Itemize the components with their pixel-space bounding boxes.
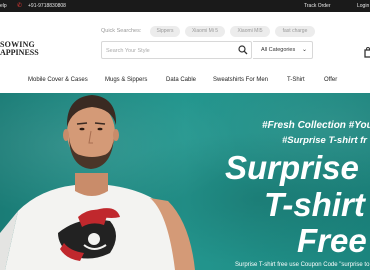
help-link[interactable]: elp	[0, 3, 7, 9]
search-box	[101, 41, 252, 59]
login-link[interactable]: Login	[357, 3, 369, 9]
chevron-down-icon: ⌄	[302, 47, 308, 53]
quick-search-chip[interactable]: Xiaomi MI5	[230, 26, 270, 37]
search-icon[interactable]	[238, 45, 248, 55]
track-order-link[interactable]: Track Order	[304, 3, 330, 9]
category-select[interactable]: All Categories ⌄	[253, 41, 313, 59]
quick-search-chip[interactable]: Xiaomi Mi 5	[185, 26, 225, 37]
nav-item-tshirt[interactable]: T-Shirt	[287, 77, 305, 83]
nav-item-offer[interactable]: Offer	[324, 77, 337, 83]
quick-search-chip[interactable]: fast charge	[275, 26, 315, 37]
hero-headline-line-2: T-shirt	[264, 186, 365, 223]
cart-icon[interactable]	[364, 47, 370, 59]
header: SOWING APPINESS Quick Searches: Sippers …	[0, 12, 370, 67]
nav-item-sweatshirts[interactable]: Sweatshirts For Men	[213, 77, 268, 83]
nav-item-mugs-sippers[interactable]: Mugs & Sippers	[105, 77, 147, 83]
category-select-label: All Categories	[261, 47, 296, 53]
hero-sub-tag: #Surprise T-shirt fr	[282, 135, 367, 146]
nav-item-mobile-cover[interactable]: Mobile Cover & Cases	[28, 77, 88, 83]
quick-searches-label: Quick Searches:	[101, 28, 142, 34]
phone-number[interactable]: +91-9718830808	[28, 3, 66, 9]
nav-item-data-cable[interactable]: Data Cable	[166, 77, 196, 83]
quick-search-chip[interactable]: Sippers	[150, 26, 180, 37]
logo-line-2: APPINESS	[0, 48, 39, 57]
search-input[interactable]	[106, 45, 226, 56]
hero-headline-line-1: Surprise	[225, 149, 359, 186]
hero-banner[interactable]: #Fresh Collection #You #Surprise T-shirt…	[0, 93, 370, 270]
phone-icon: ✆	[17, 3, 23, 9]
logo[interactable]: SOWING APPINESS	[0, 40, 45, 57]
hero-headline-line-3: Free	[297, 222, 367, 259]
hero-coupon-text: Surprise T-shirt free use Coupon Code "s…	[235, 262, 370, 268]
hero-collection-tag: #Fresh Collection #You	[262, 120, 370, 131]
model-photo	[0, 95, 195, 270]
top-bar: elp ✆ +91-9718830808 Track Order Login	[0, 0, 370, 12]
main-nav: Mobile Cover & Cases Mugs & Sippers Data…	[0, 67, 370, 93]
